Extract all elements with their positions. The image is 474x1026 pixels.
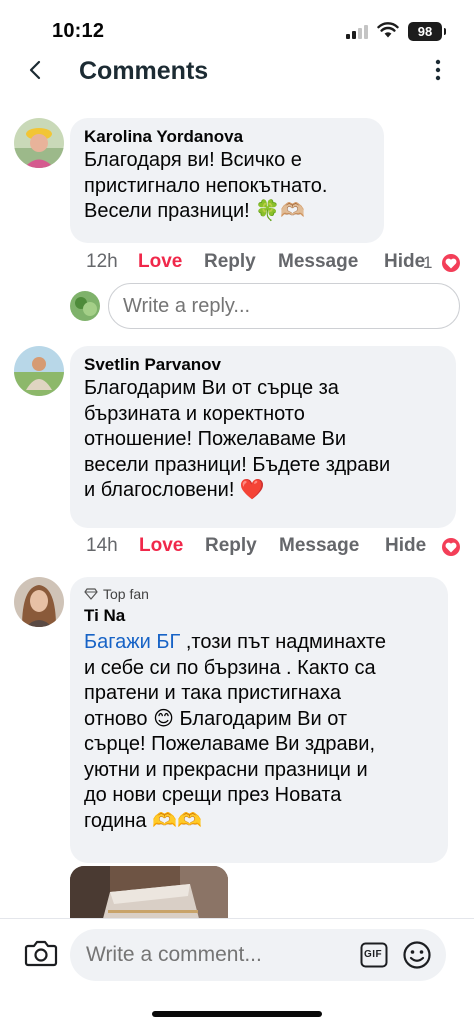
comment-text: Благодаря ви! Всичко е пристигнало непок… [84,149,328,222]
top-fan-label: Top fan [103,586,149,602]
heart-reaction-icon[interactable] [442,538,460,556]
gif-label: GIF [364,949,383,960]
comment-input[interactable] [86,929,356,981]
gif-icon[interactable]: GIF [360,942,388,968]
comment-time: 14h [86,535,118,556]
heart-reaction-icon[interactable] [442,254,460,272]
back-icon[interactable] [22,56,50,84]
home-indicator [152,1011,322,1017]
avatar[interactable] [14,346,64,396]
comment-text: Багажи БГ ,този път надминахте и себе си… [84,630,434,834]
comment-input-box[interactable]: GIF [70,929,446,981]
love-button[interactable]: Love [138,251,182,273]
love-button[interactable]: Love [139,535,183,557]
hide-button[interactable]: Hide [384,251,425,273]
reply-button[interactable]: Reply [204,251,256,273]
avatar[interactable] [14,118,64,168]
reaction-count[interactable]: 1 [423,253,432,273]
comment-actions: 14h Love Reply Message Hide [86,535,466,561]
more-icon[interactable] [424,56,452,84]
status-time: 10:12 [52,20,105,42]
wifi-icon [377,22,399,38]
header: Comments [0,46,474,96]
comment-bubble: Svetlin Parvanov Благодарим Ви от сърце … [70,346,456,528]
message-button[interactable]: Message [279,535,359,557]
current-user-avatar [70,291,100,321]
comment-actions: 12h Love Reply Message Hide 1 [86,251,466,277]
hide-button[interactable]: Hide [385,535,426,557]
battery-icon: 98 [408,22,446,41]
signal-icon [346,23,372,39]
camera-icon[interactable] [24,938,58,968]
page-mention-link[interactable]: Багажи БГ [84,631,180,653]
diamond-icon [84,588,98,600]
comment-bubble: Top fan Ti Na Багажи БГ ,този път надмин… [70,577,448,863]
reply-input[interactable] [108,283,460,329]
message-button[interactable]: Message [278,251,358,273]
reply-row [70,283,460,329]
comment-text: Благодарим Ви от сърце за бързината и ко… [84,377,391,501]
comment-body: ,този път надминахте и себе си по бързин… [84,631,386,832]
reply-button[interactable]: Reply [205,535,257,557]
comment-author[interactable]: Karolina Yordanova [84,126,370,148]
comment-author[interactable]: Svetlin Parvanov [84,354,442,376]
avatar[interactable] [14,577,64,627]
page-title: Comments [79,57,209,85]
comment-composer: GIF [0,918,474,1026]
comment-author[interactable]: Ti Na [84,605,434,627]
comment-time: 12h [86,251,118,272]
emoji-icon[interactable] [402,940,432,970]
top-fan-badge: Top fan [84,585,434,603]
comment-bubble: Karolina Yordanova Благодаря ви! Всичко … [70,118,384,243]
